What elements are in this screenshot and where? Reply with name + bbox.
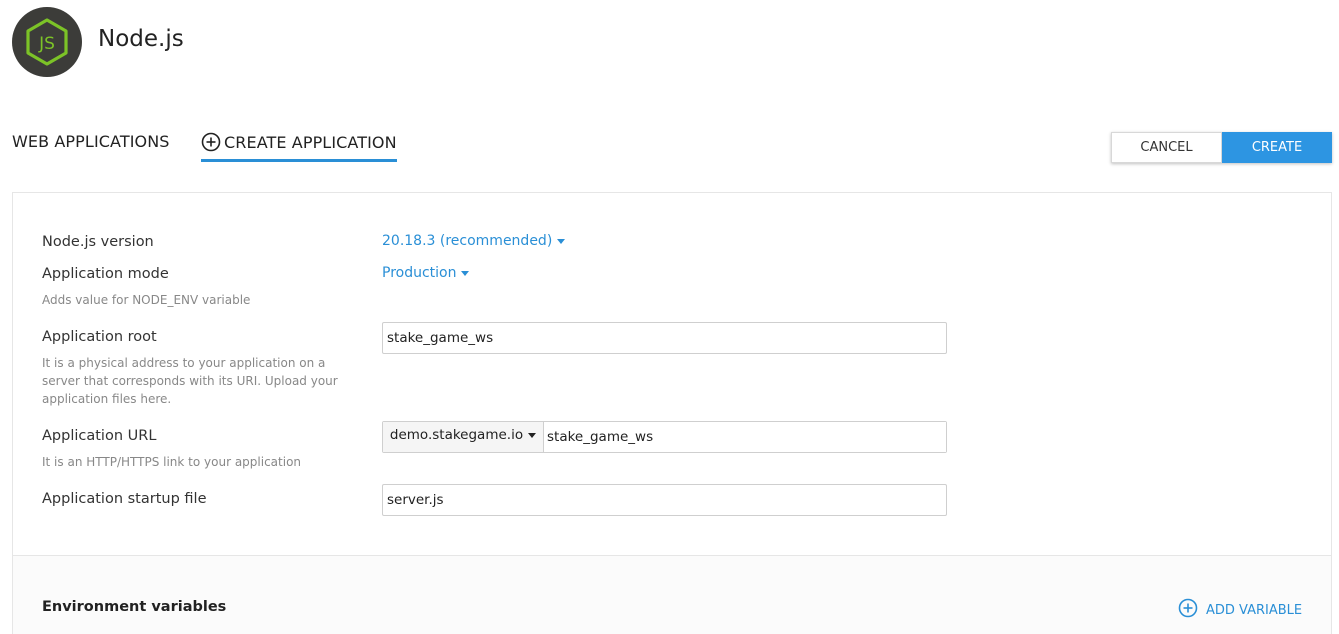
caret-down-icon	[557, 238, 566, 244]
application-url-hint: It is an HTTP/HTTPS link to your applica…	[42, 455, 302, 469]
application-url-label: Application URL	[42, 428, 157, 444]
tab-web-applications[interactable]: WEB APPLICATIONS	[12, 132, 170, 151]
application-url-path-input[interactable]	[544, 422, 946, 452]
caret-down-icon	[461, 270, 470, 276]
plus-circle-icon	[1178, 598, 1198, 622]
startup-file-input[interactable]	[382, 484, 947, 516]
startup-file-label: Application startup file	[42, 491, 207, 507]
page: JS Node.js WEB APPLICATIONS CREATE APPLI…	[0, 0, 1339, 634]
application-root-hint: It is a physical address to your applica…	[42, 356, 338, 406]
environment-variables-title: Environment variables	[42, 599, 227, 615]
svg-text:JS: JS	[38, 34, 55, 54]
application-mode-label: Application mode	[42, 266, 169, 282]
application-mode-hint: Adds value for NODE_ENV variable	[42, 293, 251, 307]
action-buttons: CANCEL CREATE	[1111, 132, 1332, 163]
create-button[interactable]: CREATE	[1222, 132, 1332, 163]
caret-down-icon	[528, 432, 537, 438]
application-url-field: demo.stakegame.io	[382, 421, 947, 453]
nodejs-version-value: 20.18.3 (recommended)	[382, 233, 553, 249]
domain-value: demo.stakegame.io	[389, 427, 524, 443]
cancel-button[interactable]: CANCEL	[1111, 132, 1222, 163]
nodejs-version-label: Node.js version	[42, 234, 154, 250]
application-mode-dropdown[interactable]: Production	[382, 265, 470, 281]
add-variable-button[interactable]: ADD VARIABLE	[1178, 598, 1302, 622]
tab-create-application-label: CREATE APPLICATION	[224, 132, 397, 152]
environment-section	[13, 556, 1331, 634]
nodejs-logo-icon: JS	[12, 7, 82, 77]
application-mode-value: Production	[382, 265, 457, 281]
plus-circle-icon	[201, 132, 221, 152]
add-variable-label: ADD VARIABLE	[1206, 602, 1303, 618]
application-root-label: Application root	[42, 329, 157, 345]
page-title: Node.js	[98, 26, 184, 52]
nodejs-version-dropdown[interactable]: 20.18.3 (recommended)	[382, 233, 566, 249]
tab-create-application[interactable]: CREATE APPLICATION	[201, 132, 397, 162]
domain-select[interactable]: demo.stakegame.io	[383, 422, 544, 452]
application-root-input[interactable]	[382, 322, 947, 354]
